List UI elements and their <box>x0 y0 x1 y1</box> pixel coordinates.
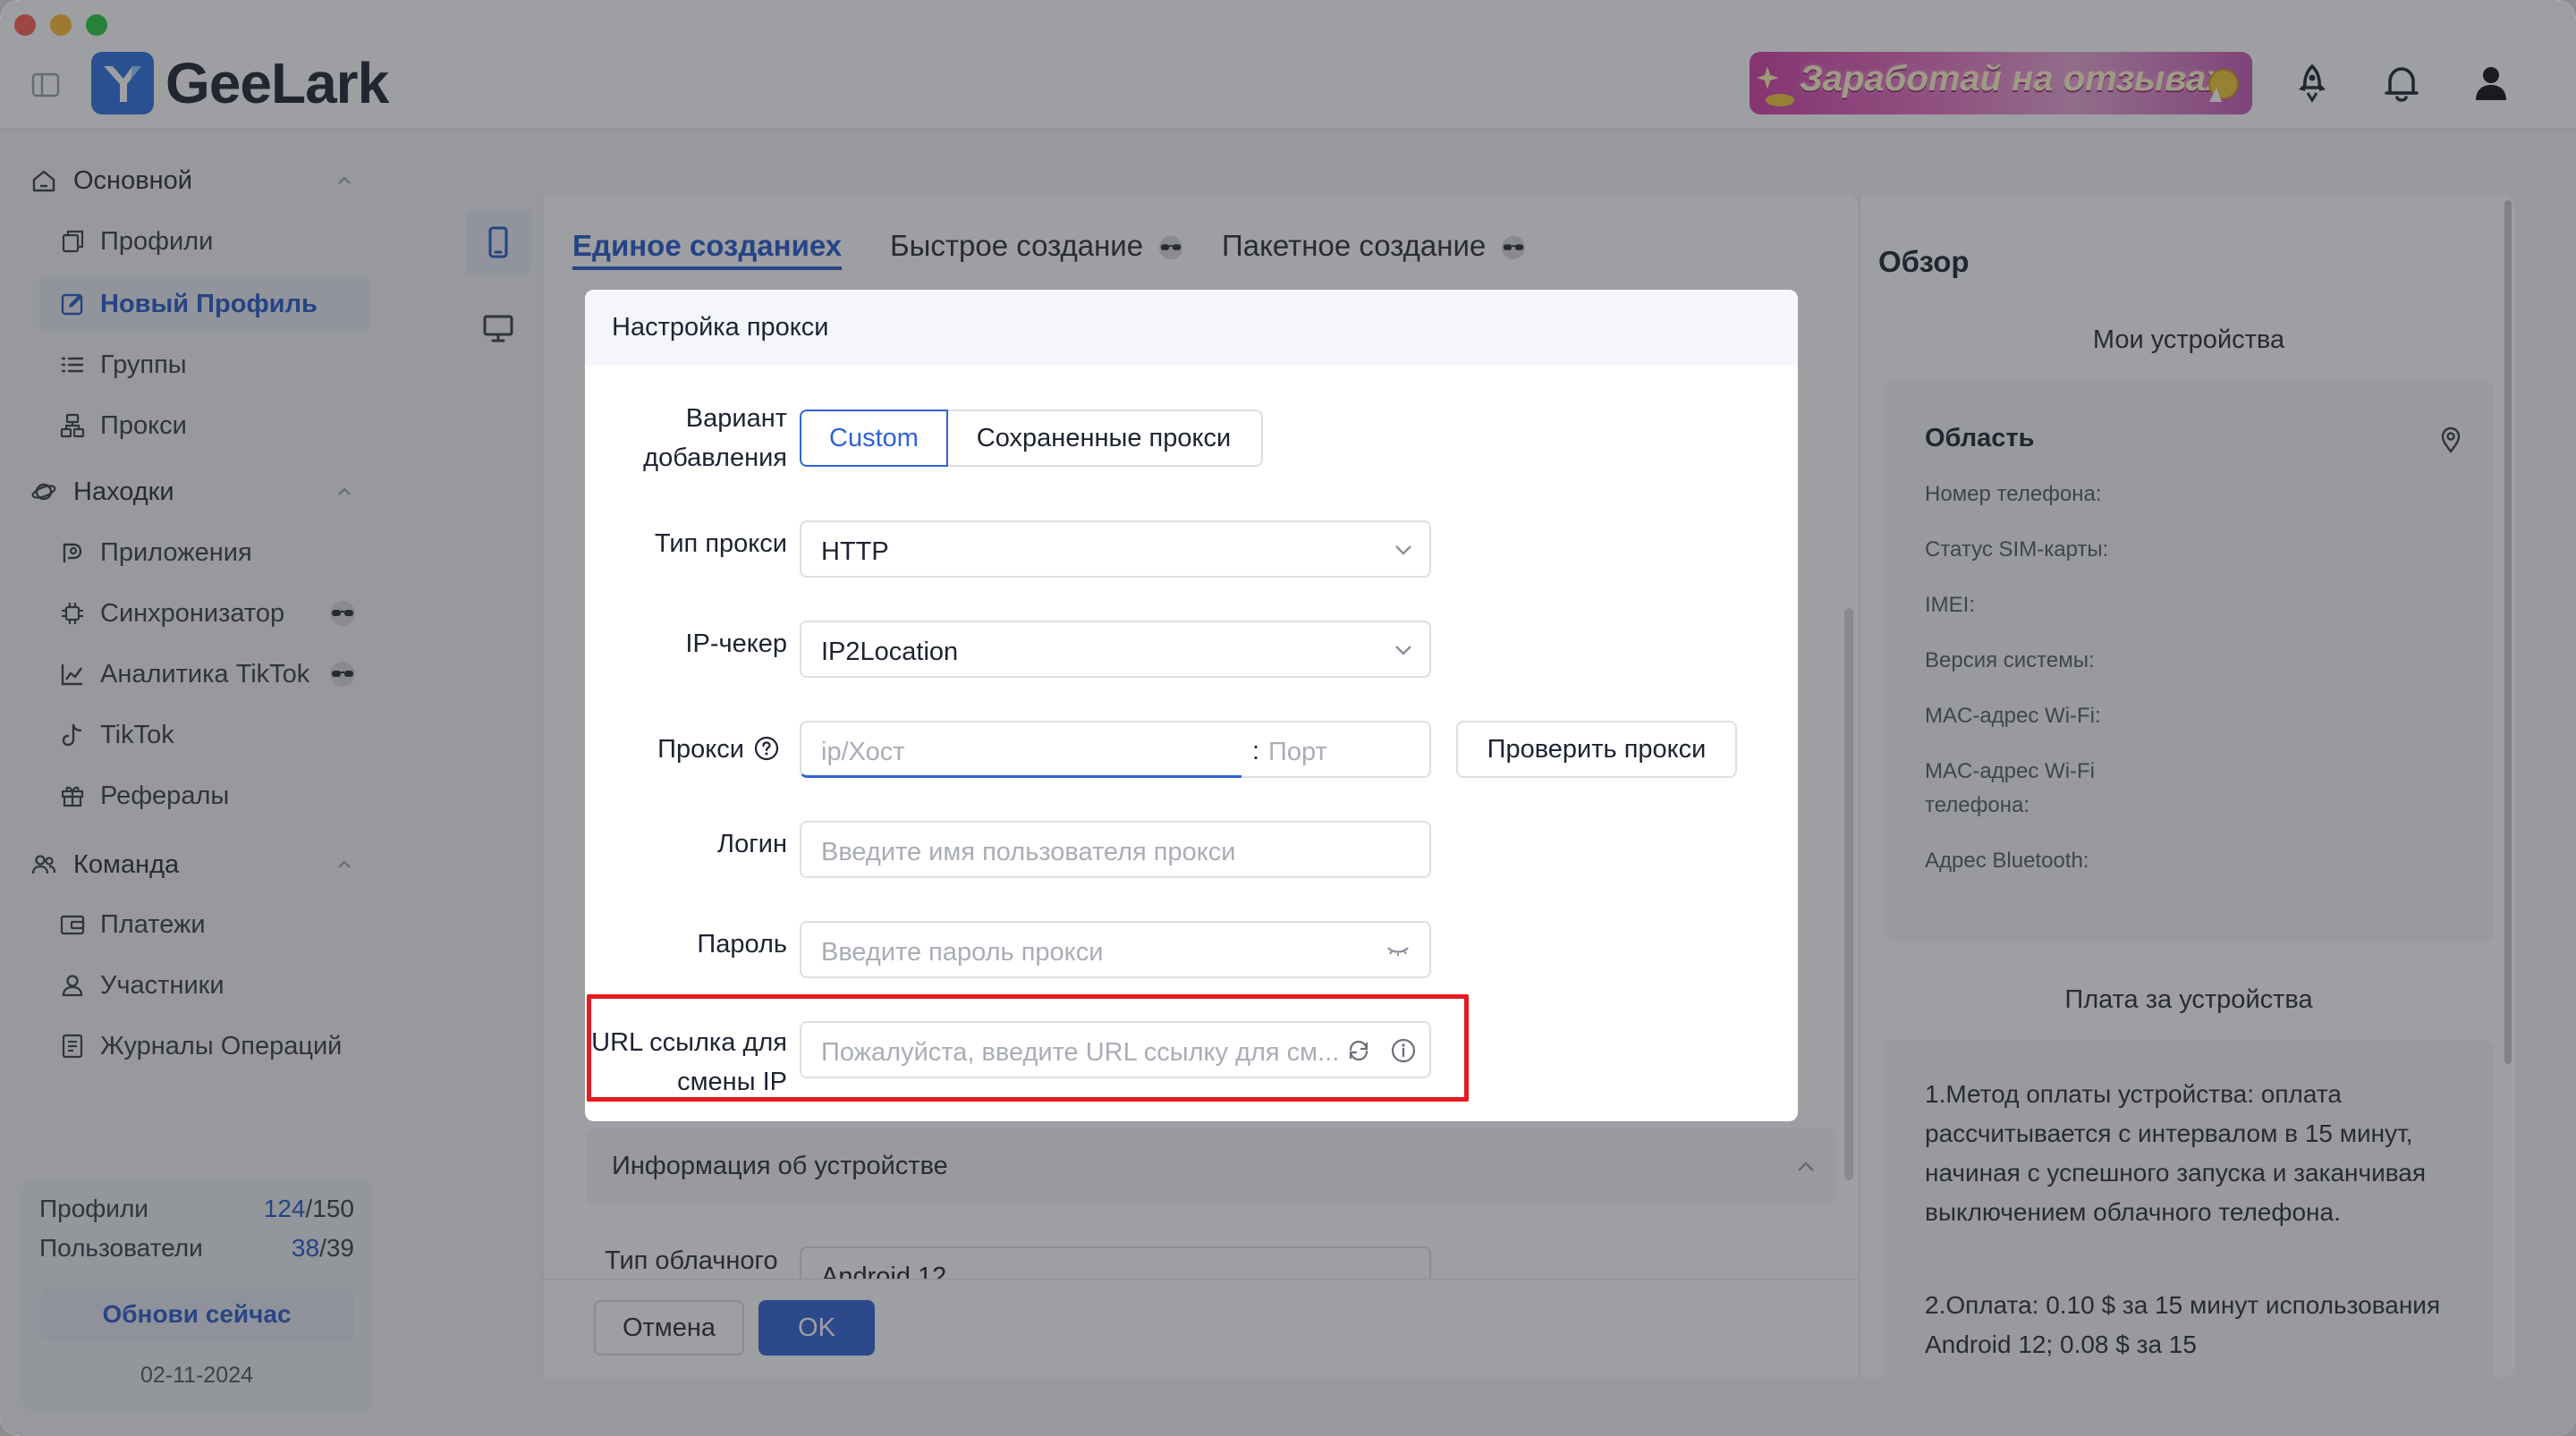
check-proxy-button[interactable]: Проверить прокси <box>1456 721 1737 778</box>
proxy-port-input[interactable]: : Порт <box>1241 721 1431 778</box>
add-option-custom[interactable]: Custom <box>800 410 948 467</box>
eye-closed-icon[interactable] <box>1385 937 1411 964</box>
dialog-title: Настройка прокси <box>612 313 829 342</box>
highlight-annotation-box <box>587 994 1469 1102</box>
chevron-down-icon <box>1395 646 1411 655</box>
password-input[interactable]: Введите пароль прокси <box>800 921 1431 978</box>
port-separator: : <box>1252 737 1260 765</box>
app-window: GeeLark Заработай на отзывах Основной Пр… <box>0 0 2576 1436</box>
add-option-label: Вариант добавления <box>643 404 787 472</box>
password-placeholder: Введите пароль прокси <box>821 938 1104 967</box>
help-circle-icon[interactable] <box>753 735 780 762</box>
password-label: Пароль <box>697 930 787 959</box>
proxy-label: Прокси <box>657 735 744 764</box>
login-label: Логин <box>717 830 787 858</box>
proxy-host-placeholder: ip/Хост <box>821 738 905 766</box>
proxy-host-input[interactable]: ip/Хост <box>800 721 1243 778</box>
proxy-type-label: Тип прокси <box>654 529 787 558</box>
ip-checker-label: IP-чекер <box>685 629 787 658</box>
proxy-type-value: HTTP <box>821 537 889 566</box>
dialog-header: Настройка прокси <box>585 290 1798 365</box>
proxy-type-select[interactable]: HTTP <box>800 520 1431 578</box>
ip-checker-select[interactable]: IP2Location <box>800 621 1431 678</box>
proxy-settings-dialog: Настройка прокси Вариант добавления Cust… <box>585 290 1798 1121</box>
proxy-port-placeholder: Порт <box>1268 738 1327 766</box>
add-option-saved-proxies[interactable]: Сохраненные прокси <box>946 410 1263 467</box>
ip-checker-value: IP2Location <box>821 638 959 666</box>
chevron-down-icon <box>1395 545 1411 555</box>
login-input[interactable]: Введите имя пользователя прокси <box>800 821 1431 878</box>
login-placeholder: Введите имя пользователя прокси <box>821 838 1236 866</box>
